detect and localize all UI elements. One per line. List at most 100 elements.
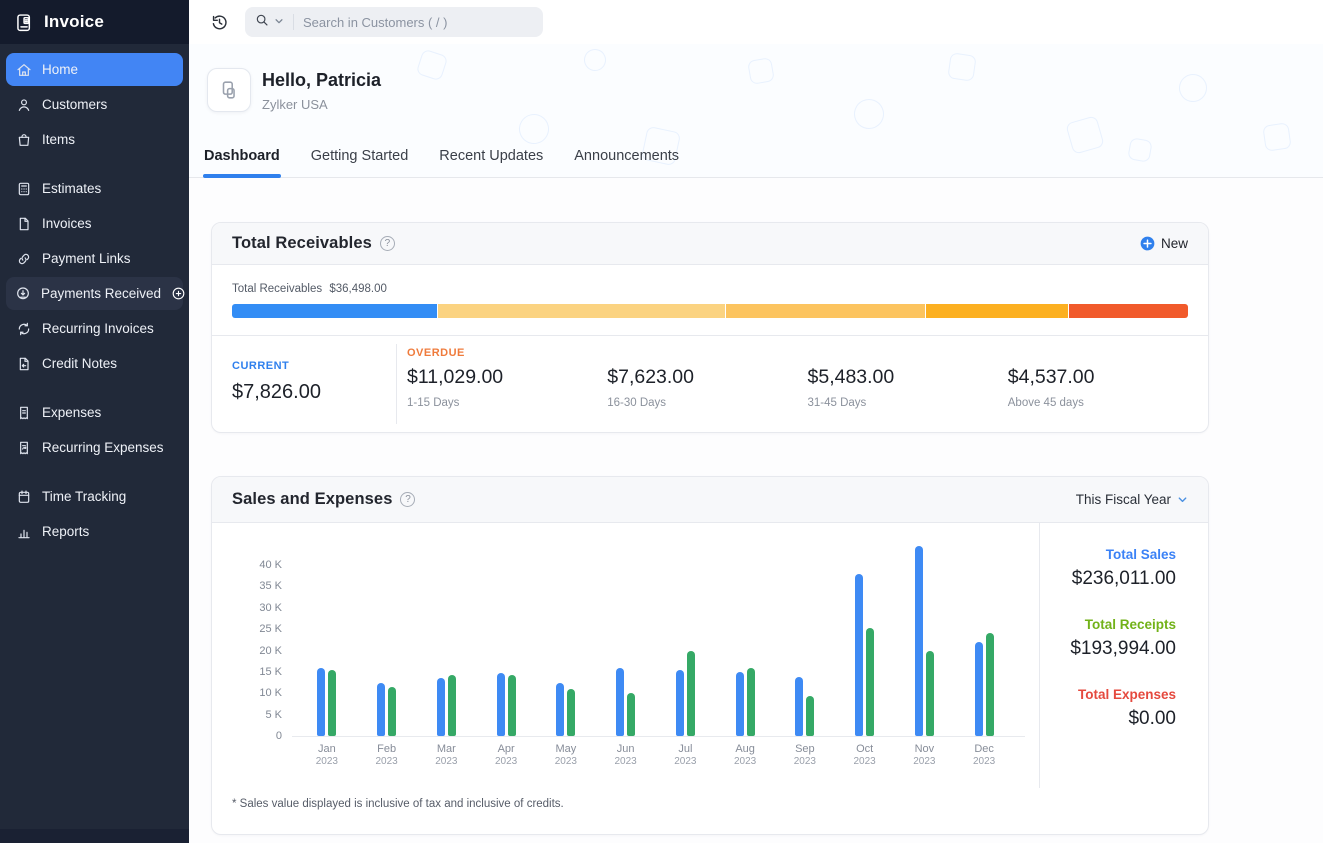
fiscal-year-label: This Fiscal Year (1076, 492, 1171, 507)
bar-receipts-nov (926, 651, 934, 737)
sidebar-item-estimates[interactable]: Estimates (6, 172, 183, 205)
search-scope-chevron-icon[interactable] (274, 13, 284, 31)
sidebar-item-customers[interactable]: Customers (6, 88, 183, 121)
sidebar-item-time-tracking[interactable]: Time Tracking (6, 480, 183, 513)
help-icon[interactable] (380, 236, 395, 251)
bar-sales-sep (795, 677, 803, 736)
month-label: Aug2023 (734, 743, 756, 767)
topbar (189, 0, 1323, 44)
current-column: CURRENT $7,826.00 (212, 344, 397, 424)
overdue-amount: $7,623.00 (607, 366, 807, 389)
sales-expenses-header: Sales and Expenses This Fiscal Year (212, 477, 1208, 523)
chart-months: Jan2023Feb2023Mar2023Apr2023May2023Jun20… (297, 523, 1014, 767)
month-bars (855, 523, 874, 736)
sidebar-footer (0, 829, 189, 843)
bar-sales-jun (616, 668, 624, 736)
y-tick-4: 20 K (220, 645, 282, 657)
receipt-icon (15, 404, 32, 421)
month-bars (736, 523, 755, 736)
receipt-refresh-icon (15, 439, 32, 456)
sidebar-nav: HomeCustomers Items Estimates Invoices Payme… (0, 44, 189, 829)
y-tick-8: 40 K (220, 559, 282, 571)
month-year: 2023 (435, 756, 457, 768)
month-column-aug: Aug2023 (715, 523, 775, 767)
tabs: Dashboard Getting Started Recent Updates An… (189, 138, 1323, 178)
month-name: Oct (854, 743, 876, 756)
total-label[interactable]: Total Expenses (1040, 687, 1176, 702)
month-bars (377, 523, 396, 736)
month-bars (497, 523, 516, 736)
org-name: Zylker USA (262, 97, 381, 112)
bar-receipts-mar (448, 675, 456, 736)
sidebar-item-items[interactable]: Items (6, 123, 183, 156)
total-label[interactable]: Total Receipts (1040, 617, 1176, 632)
receivables-bar-segment-4 (1068, 304, 1188, 318)
sidebar-item-label: Payments Received (41, 286, 161, 301)
overdue-buckets: $11,029.001-15 Days$7,623.0016-30 Days$5… (407, 366, 1208, 409)
total-label[interactable]: Total Sales (1040, 547, 1176, 562)
month-year: 2023 (913, 756, 935, 768)
calendar-icon (15, 488, 32, 505)
total-receivables-header: Total Receivables New (212, 223, 1208, 265)
overdue-bucket-3: $4,537.00Above 45 days (1008, 366, 1208, 409)
bar-receipts-sep (806, 696, 814, 736)
sidebar-item-label: Estimates (42, 181, 174, 196)
sidebar-item-payment-links[interactable]: Payment Links (6, 242, 183, 275)
sidebar-item-recurring-expenses[interactable]: Recurring Expenses (6, 431, 183, 464)
sidebar-item-reports[interactable]: Reports (6, 515, 183, 548)
month-bars (795, 523, 814, 736)
y-tick-5: 25 K (220, 623, 282, 635)
sidebar-item-label: Recurring Invoices (42, 321, 174, 336)
global-search[interactable] (245, 7, 543, 37)
bar-chart-icon (15, 523, 32, 540)
month-year: 2023 (555, 756, 577, 768)
sidebar-item-home[interactable]: Home (6, 53, 183, 86)
receivables-bar-segment-0 (232, 304, 437, 318)
bar-sales-feb (377, 683, 385, 736)
search-icon (255, 13, 269, 32)
search-input[interactable] (303, 15, 533, 30)
app-title: Invoice (44, 12, 104, 32)
tab-dashboard[interactable]: Dashboard (203, 138, 281, 177)
month-bars (556, 523, 575, 736)
sales-expenses-chart: 05 K10 K15 K20 K25 K30 K35 K40 KJan2023F… (212, 523, 1039, 788)
month-name: Jul (674, 743, 696, 756)
bar-receipts-apr (508, 675, 516, 736)
tab-announcements[interactable]: Announcements (573, 138, 680, 177)
sidebar-item-credit-notes[interactable]: Credit Notes (6, 347, 183, 380)
fiscal-year-select[interactable]: This Fiscal Year (1076, 492, 1188, 507)
month-label: Nov2023 (913, 743, 935, 767)
chevron-down-icon (1177, 494, 1188, 505)
tab-getting-started[interactable]: Getting Started (310, 138, 410, 177)
plus-circle-icon[interactable] (171, 286, 186, 301)
month-column-mar: Mar2023 (417, 523, 477, 767)
month-year: 2023 (973, 756, 995, 768)
org-avatar[interactable] (207, 68, 251, 112)
user-icon (15, 96, 32, 113)
month-bars (437, 523, 456, 736)
receivables-aging-bar (232, 304, 1188, 318)
bar-sales-may (556, 683, 564, 736)
sidebar-item-label: Items (42, 132, 174, 147)
receivables-bar-segment-2 (725, 304, 925, 318)
bar-receipts-jul (687, 651, 695, 737)
new-receivable-button[interactable]: New (1140, 236, 1188, 251)
overdue-bucket-1: $7,623.0016-30 Days (607, 366, 807, 409)
y-tick-3: 15 K (220, 666, 282, 678)
sidebar-item-recurring-invoices[interactable]: Recurring Invoices (6, 312, 183, 345)
sidebar-item-label: Invoices (42, 216, 174, 231)
sidebar-item-invoices[interactable]: Invoices (6, 207, 183, 240)
sidebar-item-expenses[interactable]: Expenses (6, 396, 183, 429)
month-label: Sep2023 (794, 743, 816, 767)
sidebar-item-payments-received[interactable]: Payments Received (6, 277, 183, 310)
month-bars (975, 523, 994, 736)
bag-icon (15, 131, 32, 148)
recent-history-button[interactable] (206, 9, 232, 35)
bar-receipts-oct (866, 628, 874, 736)
help-icon[interactable] (400, 492, 415, 507)
sidebar-group-2: ExpensesRecurring Expenses (6, 396, 183, 464)
tab-recent-updates[interactable]: Recent Updates (438, 138, 544, 177)
bar-receipts-jun (627, 693, 635, 736)
y-tick-7: 35 K (220, 580, 282, 592)
y-tick-6: 30 K (220, 602, 282, 614)
